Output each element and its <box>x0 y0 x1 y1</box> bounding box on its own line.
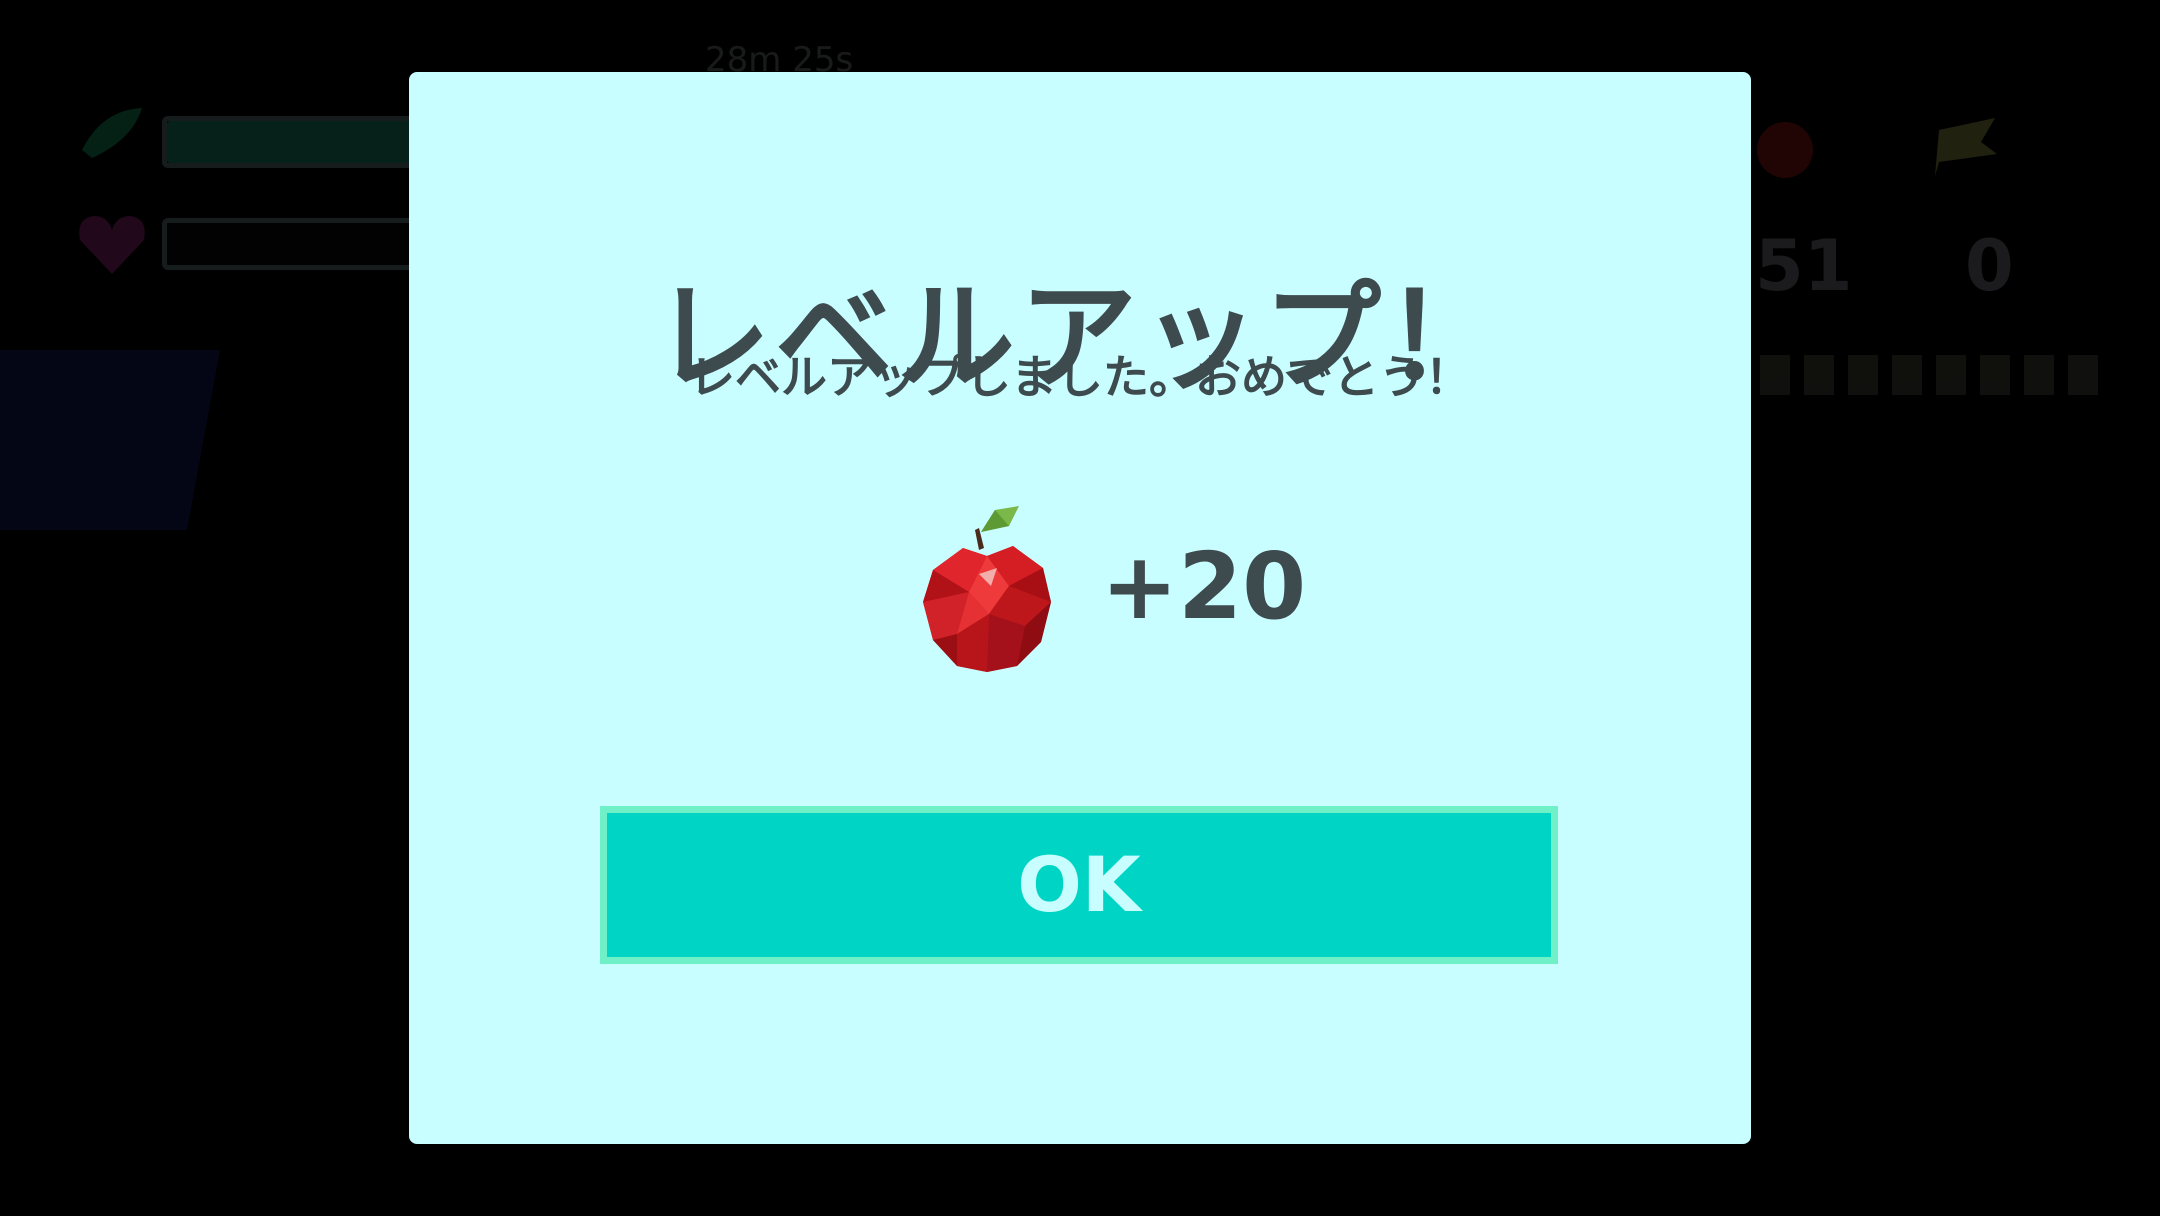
health-bar <box>162 218 432 270</box>
flag-icon <box>1935 118 1997 176</box>
energy-bar <box>162 116 432 168</box>
game-screen: 28m 25s 51 0 レベルアップ！ レベルアップしました。おめでとう！ +… <box>0 0 2160 1216</box>
reward-row: +20 <box>913 502 1306 672</box>
reward-amount: +20 <box>1101 533 1307 640</box>
leaf-icon <box>82 108 142 158</box>
stat-value-flags: 0 <box>1965 225 2014 307</box>
background-text-strip <box>1760 355 2100 395</box>
dialog-subtitle: レベルアップしました。おめでとう！ <box>689 350 1471 404</box>
apple-icon <box>923 506 1051 672</box>
apple-icon <box>1757 122 1813 178</box>
heart-icon <box>79 216 145 274</box>
ok-button-label: OK <box>1017 840 1141 929</box>
level-up-dialog: レベルアップ！ レベルアップしました。おめでとう！ +20 OK <box>409 72 1751 1144</box>
stat-value-apples: 51 <box>1755 225 1853 307</box>
ok-button[interactable]: OK <box>600 806 1558 964</box>
background-panel <box>0 350 220 530</box>
